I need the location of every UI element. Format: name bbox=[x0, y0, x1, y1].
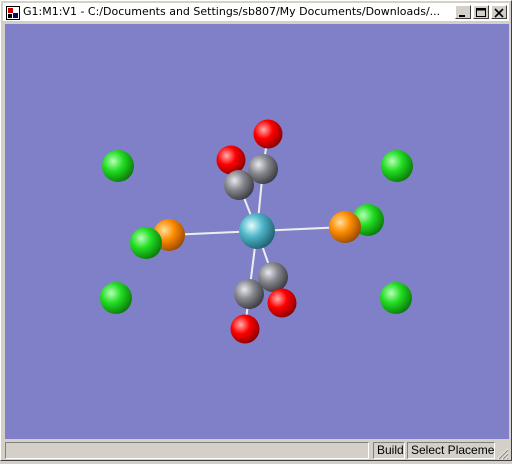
minimize-icon bbox=[458, 3, 468, 22]
window-title: G1:M1:V1 - C:/Documents and Settings/sb8… bbox=[23, 5, 441, 18]
chlorine-atom[interactable] bbox=[130, 227, 162, 259]
maximize-button[interactable] bbox=[473, 5, 489, 19]
chlorine-atom[interactable] bbox=[100, 282, 132, 314]
minimize-button[interactable] bbox=[455, 5, 471, 19]
chlorine-atom[interactable] bbox=[381, 150, 413, 182]
status-action: Select Placement bbox=[407, 442, 495, 459]
carbon-atom[interactable] bbox=[234, 279, 264, 309]
status-mode: Build bbox=[373, 442, 405, 459]
application-window: G1:M1:V1 - C:/Documents and Settings/sb8… bbox=[0, 0, 512, 461]
resize-grip-icon[interactable] bbox=[496, 445, 509, 460]
oxygen-atom[interactable] bbox=[230, 314, 260, 344]
chlorine-atom[interactable] bbox=[380, 282, 412, 314]
oxygen-atom[interactable] bbox=[253, 119, 283, 149]
close-icon bbox=[494, 3, 504, 22]
carbon-atom[interactable] bbox=[224, 170, 254, 200]
oxygen-atom[interactable] bbox=[267, 288, 297, 318]
status-message bbox=[5, 442, 369, 459]
molecule-viewport[interactable] bbox=[5, 24, 509, 439]
status-bar: Build Select Placement bbox=[3, 442, 509, 460]
gaussview-icon[interactable] bbox=[6, 5, 20, 20]
maximize-icon bbox=[476, 3, 486, 22]
title-bar[interactable]: G1:M1:V1 - C:/Documents and Settings/sb8… bbox=[3, 3, 509, 21]
oxygen-atom[interactable] bbox=[216, 145, 246, 175]
close-button[interactable] bbox=[491, 5, 507, 19]
chlorine-atom[interactable] bbox=[102, 150, 134, 182]
molecule-canvas[interactable] bbox=[5, 24, 509, 439]
phosphorus-atom[interactable] bbox=[329, 211, 361, 243]
metal-atom[interactable] bbox=[239, 213, 275, 249]
